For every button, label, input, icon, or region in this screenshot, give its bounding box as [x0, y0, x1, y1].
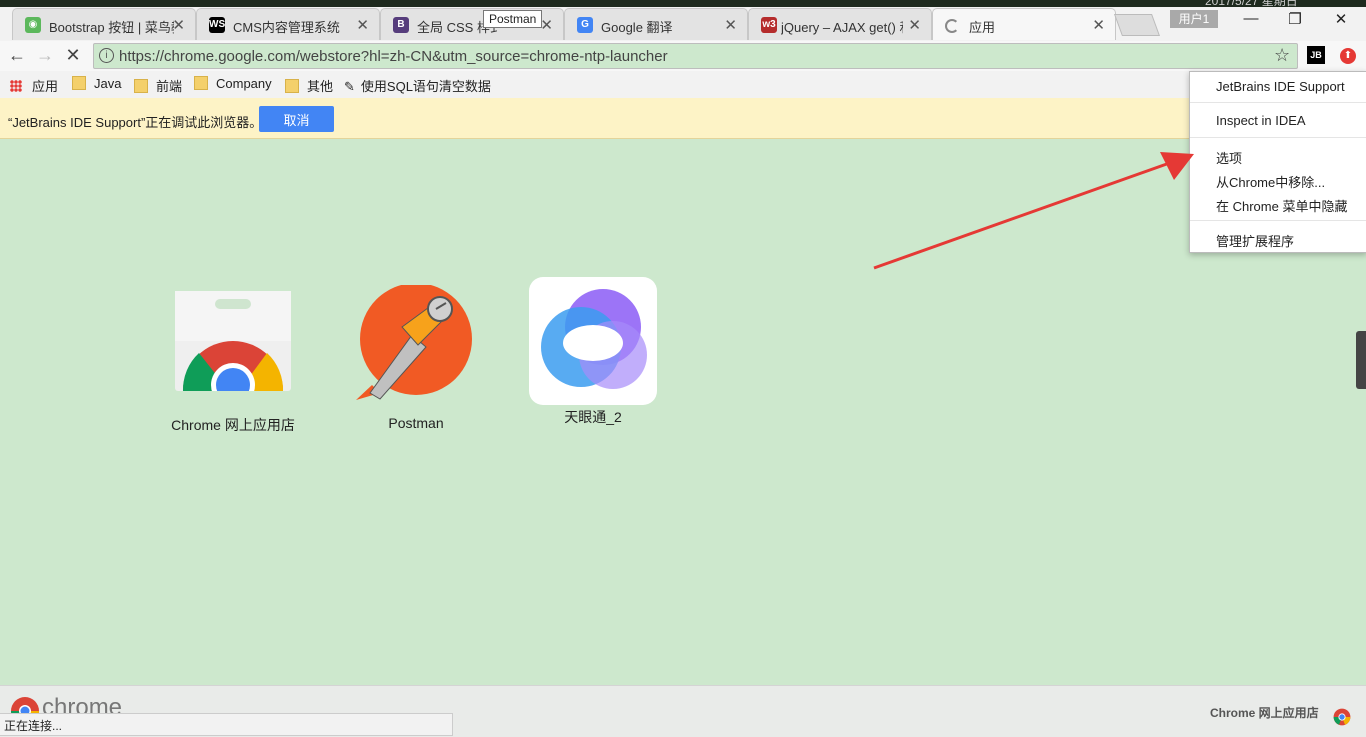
menu-item-inspect[interactable]: Inspect in IDEA [1216, 113, 1306, 128]
menu-item-hide[interactable]: 在 Chrome 菜单中隐藏 [1216, 196, 1347, 215]
apps-grid-icon [10, 80, 22, 92]
side-scroll-handle[interactable] [1356, 331, 1366, 389]
bookmark-label: 使用SQL语句清空数据 [360, 79, 491, 94]
loading-spinner-icon [945, 19, 959, 33]
folder-icon [134, 79, 148, 93]
app-tianyantong[interactable]: 天眼通_2 [529, 277, 657, 425]
menu-item-jetbrains[interactable]: JetBrains IDE Support [1216, 79, 1345, 94]
app-label: 天眼通_2 [564, 409, 622, 425]
bootstrap-icon: B [393, 17, 409, 33]
menu-item-manage[interactable]: 管理扩展程序 [1216, 231, 1294, 250]
google-translate-icon: G [577, 17, 593, 33]
folder-icon [72, 76, 86, 90]
url-text: https://chrome.google.com/webstore?hl=zh… [119, 48, 668, 65]
runoob-icon: ◉ [25, 17, 41, 33]
bookmark-label: Company [216, 76, 272, 91]
bookmark-frontend[interactable]: 前端 [134, 76, 182, 95]
app-postman[interactable]: Postman [352, 283, 480, 431]
menu-divider [1190, 102, 1366, 103]
chrome-web-store-icon [169, 291, 297, 413]
tab-title: CMS内容管理系统 [233, 20, 340, 35]
tab-title: 应用 [969, 20, 996, 35]
bookmark-java[interactable]: Java [72, 76, 121, 91]
bookmark-sql[interactable]: ✎ 使用SQL语句清空数据 [344, 76, 491, 95]
chrome-small-icon [1333, 708, 1351, 726]
infobar-message: “JetBrains IDE Support”正在调试此浏览器。 [8, 115, 263, 130]
system-clock: 2017/5/27 星期日 [1205, 0, 1298, 8]
postman-icon [356, 283, 472, 400]
bookmark-company[interactable]: Company [194, 76, 272, 91]
annotation-arrow [873, 152, 1194, 270]
w3school-icon: w3 [761, 17, 777, 33]
forward-button[interactable]: → [34, 45, 56, 66]
bookmark-apps[interactable]: 应用 [10, 76, 58, 95]
tab-bootstrap[interactable]: ◉ Bootstrap 按钮 | 菜鸟教 ✕ [12, 8, 196, 40]
stop-button[interactable]: ✕ [62, 45, 84, 66]
webstorm-icon: WS [209, 17, 225, 33]
bookmark-star-icon[interactable]: ☆ [1274, 45, 1290, 66]
back-button[interactable]: ← [6, 45, 28, 66]
address-bar[interactable]: i https://chrome.google.com/webstore?hl=… [93, 43, 1298, 69]
bookmark-other[interactable]: 其他 [285, 76, 333, 95]
maximize-button[interactable]: ❐ [1280, 10, 1310, 28]
tianyantong-icon [529, 277, 657, 405]
new-tab-button[interactable] [1113, 14, 1161, 36]
folder-icon [285, 79, 299, 93]
tab-google-translate[interactable]: G Google 翻译 ✕ [564, 8, 748, 40]
close-tab-icon[interactable]: ✕ [172, 16, 185, 34]
bookmark-label: 前端 [156, 79, 183, 94]
bookmark-page-icon: ✎ [344, 79, 355, 94]
tab-jquery[interactable]: w3 jQuery – AJAX get() 和 ✕ [748, 8, 932, 40]
desktop-taskbar-edge [0, 0, 1366, 7]
profile-button[interactable]: 用户1 [1170, 10, 1218, 28]
close-tab-icon[interactable]: ✕ [908, 16, 921, 34]
minimize-button[interactable]: — [1236, 10, 1266, 27]
jetbrains-extension-icon[interactable]: JB [1307, 46, 1325, 64]
close-tab-icon[interactable]: ✕ [356, 16, 369, 34]
tab-apps[interactable]: 应用 ✕ [932, 8, 1116, 40]
close-window-button[interactable]: ✕ [1326, 10, 1356, 28]
folder-icon [194, 76, 208, 90]
tab-title: Bootstrap 按钮 | 菜鸟教 [49, 20, 174, 35]
upload-extension-icon[interactable]: ⬆ [1340, 48, 1356, 64]
bookmark-label: Java [94, 76, 122, 91]
tab-title: Google 翻译 [601, 20, 673, 35]
status-bubble: 正在连接... [0, 713, 453, 736]
bookmark-label: 应用 [32, 79, 59, 94]
close-tab-icon[interactable]: ✕ [1092, 16, 1105, 34]
menu-item-remove[interactable]: 从Chrome中移除... [1216, 172, 1325, 191]
app-label: Chrome 网上应用店 [171, 417, 295, 433]
tab-tooltip: Postman [483, 10, 543, 28]
app-chrome-web-store[interactable]: Chrome 网上应用店 [169, 285, 297, 433]
tab-title: jQuery – AJAX get() 和 [781, 20, 903, 35]
site-info-icon[interactable]: i [99, 48, 114, 63]
app-label: Postman [388, 415, 444, 431]
close-tab-icon[interactable]: ✕ [724, 16, 737, 34]
menu-divider [1190, 137, 1366, 138]
tab-cms[interactable]: WS CMS内容管理系统 ✕ [196, 8, 380, 40]
bookmark-label: 其他 [307, 79, 334, 94]
cancel-debug-button[interactable]: 取消 [259, 106, 334, 132]
web-store-link[interactable]: Chrome 网上应用店 [1210, 704, 1319, 721]
